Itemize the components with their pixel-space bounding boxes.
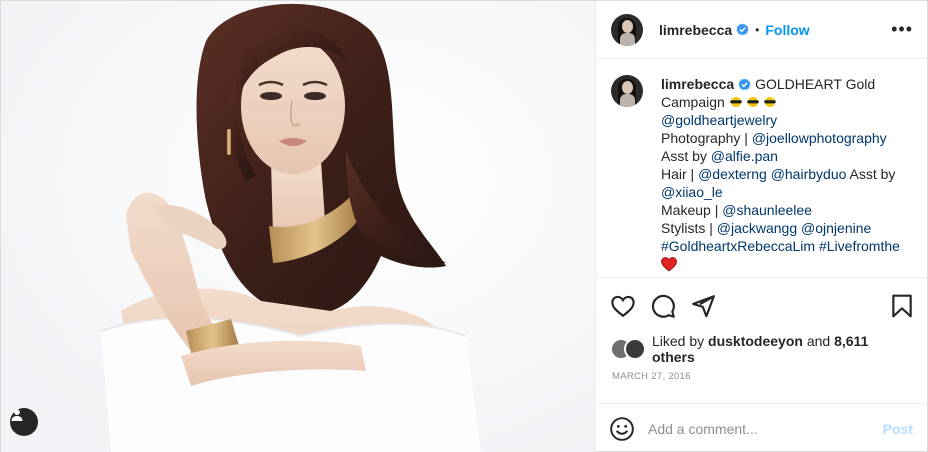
caption-text-segment: Asst by	[661, 148, 707, 164]
caption-section: limrebecca GOLDHEART Gold Campaign @gold…	[596, 59, 927, 278]
caption-text-segment: Photography |	[661, 130, 748, 146]
post-side-panel: limrebecca • Follow ••• limrebecca GOLDH…	[595, 1, 927, 452]
caption-avatar[interactable]	[611, 75, 643, 107]
comment-input[interactable]	[648, 420, 868, 437]
likes-and: and	[806, 333, 831, 349]
post-photo[interactable]	[1, 1, 595, 452]
separator-dot: •	[755, 22, 760, 37]
hashtag-link[interactable]: #GoldheartxRebeccaLim	[661, 238, 815, 254]
caption-text-segment: GOLDHEART Gold	[755, 76, 876, 92]
action-bar	[596, 278, 927, 333]
sunglasses-face-emoji-icon	[764, 96, 776, 108]
comment-box: Post	[596, 403, 927, 452]
liker-username-link[interactable]: dusktodeeyon	[708, 333, 803, 349]
user-tag-icon[interactable]	[10, 408, 38, 436]
post-comment-button[interactable]: Post	[883, 421, 913, 437]
hashtag-link[interactable]: #Livefromthe	[819, 238, 900, 254]
post-header: limrebecca • Follow •••	[596, 1, 927, 59]
bookmark-icon[interactable]	[889, 293, 915, 319]
heart-outline-icon[interactable]	[610, 293, 636, 319]
comment-bubble-icon[interactable]	[650, 293, 676, 319]
caption-text: limrebecca GOLDHEART Gold Campaign @gold…	[661, 75, 911, 277]
post-date[interactable]: March 27, 2016	[596, 365, 927, 387]
caption-text-segment: Hair |	[661, 166, 695, 182]
likes-prefix: Liked by	[652, 333, 705, 349]
smiley-icon[interactable]	[609, 416, 635, 442]
sunglasses-face-emoji-icon	[747, 96, 759, 108]
caption-text-segment: Campaign	[661, 94, 725, 110]
liker-avatars[interactable]	[610, 338, 648, 360]
caption-text-segment: Makeup |	[661, 202, 719, 218]
sunglasses-face-emoji-icon	[730, 96, 742, 108]
username-link[interactable]: limrebecca	[659, 22, 732, 38]
mention-link[interactable]: @hairbyduo	[771, 166, 847, 182]
mention-link[interactable]: @shaunleelee	[722, 202, 812, 218]
caption-text-segment: Asst by	[849, 166, 896, 182]
likes-row: Liked by dusktodeeyon and 8,611 others	[596, 333, 927, 365]
mention-link[interactable]: @xiiao_le	[661, 184, 723, 200]
caption-username-link[interactable]: limrebecca	[661, 76, 734, 92]
red-heart-emoji-icon	[661, 257, 677, 272]
mention-link[interactable]: @jackwangg	[717, 220, 797, 236]
avatar	[624, 338, 646, 360]
follow-button[interactable]: Follow	[765, 22, 809, 38]
instagram-post: limrebecca • Follow ••• limrebecca GOLDH…	[0, 0, 928, 452]
portrait-illustration	[1, 1, 595, 452]
verified-badge-icon	[738, 78, 751, 91]
mention-link[interactable]: @ojnjenine	[801, 220, 871, 236]
avatar[interactable]	[611, 13, 643, 46]
mention-link[interactable]: @dexterng	[698, 166, 767, 182]
paper-plane-icon[interactable]	[690, 293, 716, 319]
mention-link[interactable]: @goldheartjewelry	[661, 112, 777, 128]
verified-badge-icon	[736, 23, 749, 36]
mention-link[interactable]: @joellowphotography	[752, 130, 887, 146]
likes-summary: Liked by dusktodeeyon and 8,611 others	[652, 333, 913, 365]
caption-text-segment: Stylists |	[661, 220, 713, 236]
mention-link[interactable]: @alfie.pan	[711, 148, 778, 164]
more-options-icon[interactable]: •••	[891, 19, 913, 40]
